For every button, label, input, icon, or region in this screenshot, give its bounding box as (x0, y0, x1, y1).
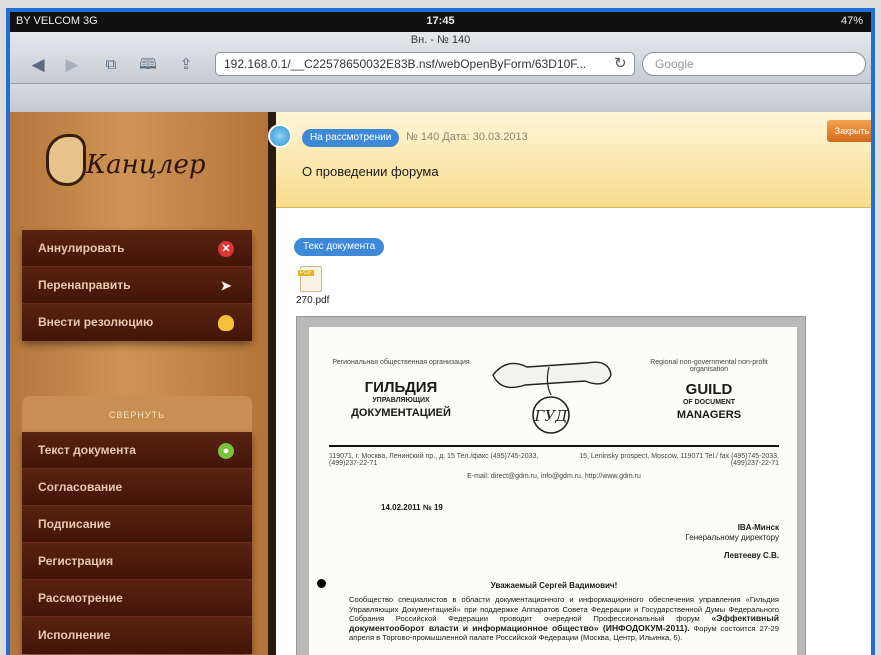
org-left-title-2: ДОКУМЕНТАЦИЕЙ (351, 407, 451, 419)
actions-menu: Аннулировать ✕ Перенаправить ➤ Внести ре… (22, 230, 252, 341)
lightbulb-icon (218, 315, 234, 331)
cancel-icon: ✕ (218, 241, 234, 257)
panel-divider (268, 112, 276, 655)
menu-item-signing[interactable]: Подписание (22, 506, 252, 543)
menu-item-label: Подписание (38, 517, 111, 531)
menu-item-label: Регистрация (38, 554, 114, 568)
menu-item-redirect[interactable]: Перенаправить ➤ (22, 267, 252, 304)
page-tab-title: Вн. - № 140 (410, 34, 471, 46)
letter-body: Сообщество специалистов в области докуме… (349, 595, 779, 643)
menu-item-label: Внести резолюцию (38, 315, 154, 329)
browser-toolbar: Вн. - № 140 ◀ ▶ ⧉ 🕮 ⇪ 192.168.0.1/__C225… (10, 32, 871, 84)
org-left-caption: Региональная общественная организация (332, 359, 470, 366)
recipient-position: Генеральному директору (685, 533, 779, 542)
guild-seal-icon: ГУД (492, 361, 612, 434)
clock: 17:45 (426, 15, 455, 27)
address-russian: 119071, г. Москва, Ленинский пр., д. 15 … (329, 453, 539, 467)
tabs-icon[interactable]: ⧉ (100, 54, 122, 76)
letterhead-rule (329, 445, 779, 447)
menu-item-label: Аннулировать (38, 241, 125, 255)
paper-plane-icon: ➤ (220, 278, 232, 293)
org-right-caption-2: OF DOCUMENT (682, 399, 736, 406)
document-title: О проведении форума (302, 164, 439, 179)
reload-icon[interactable]: ↻ (614, 54, 627, 72)
menu-item-execution[interactable]: Исполнение (22, 617, 252, 654)
org-right-caption: Regional non-governmental non-profit org… (650, 359, 768, 373)
logo-text: Канцлер (86, 150, 206, 180)
org-right-title-2: MANAGERS (676, 409, 742, 421)
menu-item-label: Текст документа (38, 443, 136, 457)
app-logo: Канцлер (46, 128, 206, 198)
back-arrow-icon[interactable]: ◀ (28, 54, 48, 76)
url-field[interactable]: 192.168.0.1/__C22578650032E83B.nsf/webOp… (215, 52, 635, 76)
close-button[interactable]: Закрыть (827, 120, 871, 142)
document-text-tab[interactable]: Текс документа (294, 238, 385, 256)
document-meta: № 140 Дата: 30.03.2013 (406, 131, 528, 143)
pdf-file-icon[interactable]: PDF (298, 266, 322, 292)
menu-item-label: Рассмотрение (38, 591, 123, 605)
document-preview[interactable]: Региональная общественная организация ГИ… (296, 316, 806, 655)
logo-mark-icon (46, 134, 86, 186)
menu-item-annul[interactable]: Аннулировать ✕ (22, 230, 252, 267)
menu-item-review[interactable]: Рассмотрение (22, 580, 252, 617)
document-content: Текс документа PDF 270.pdf Региональная … (276, 208, 871, 655)
org-right-title: GUILD (685, 381, 733, 398)
status-badge: На рассмотрении (302, 129, 400, 147)
pdf-tag: PDF (298, 270, 314, 276)
contact-email: E-mail: direct@gdm.ru, info@gdm.ru, http… (467, 473, 641, 480)
recipient-name: Левтееву С.В. (723, 551, 779, 560)
seal-text: ГУД (534, 407, 569, 425)
bookmarks-icon[interactable]: 🕮 (136, 54, 160, 76)
sidebar: Канцлер Аннулировать ✕ Перенаправить ➤ В… (10, 112, 268, 655)
menu-item-label: Перенаправить (38, 278, 131, 292)
org-left-title: ГИЛЬДИЯ (364, 379, 438, 396)
page-top-strip (10, 84, 871, 112)
collapse-toggle[interactable]: СВЕРНУТЬ (22, 396, 252, 436)
menu-item-document-text[interactable]: Текст документа ● (22, 432, 252, 469)
menu-item-approval[interactable]: Согласование (22, 469, 252, 506)
comment-bubble-icon[interactable] (268, 124, 292, 148)
menu-item-label: Согласование (38, 480, 123, 494)
search-input[interactable]: Google (642, 52, 866, 76)
menu-item-resolution[interactable]: Внести резолюцию (22, 304, 252, 341)
share-icon[interactable]: ⇪ (174, 54, 198, 76)
org-left-caption-2: УПРАВЛЯЮЩИХ (372, 397, 430, 404)
carrier-label: BY VELCOM 3G (16, 15, 98, 27)
sections-menu: Текст документа ● Согласование Подписани… (22, 432, 252, 654)
letter-number: 14.02.2011 № 19 (381, 503, 443, 512)
forward-arrow-icon[interactable]: ▶ (62, 54, 82, 76)
menu-item-label: Исполнение (38, 628, 111, 642)
tablet-screen: BY VELCOM 3G 17:45 47% Вн. - № 140 ◀ ▶ ⧉… (6, 8, 875, 655)
attachment-link[interactable]: 270.pdf (296, 295, 329, 306)
active-dot-icon: ● (218, 443, 234, 459)
letter-page: Региональная общественная организация ГИ… (309, 327, 797, 655)
status-bar: BY VELCOM 3G 17:45 47% (10, 12, 871, 32)
collapse-label: СВЕРНУТЬ (108, 410, 166, 420)
hole-punch-mark (317, 579, 326, 588)
letter-greeting: Уважаемый Сергей Вадимович! (490, 581, 618, 590)
battery-level: 47% (840, 15, 863, 27)
document-header: На рассмотрении № 140 Дата: 30.03.2013 О… (268, 112, 871, 208)
recipient-org: IBA-Минск (737, 523, 779, 532)
menu-item-registration[interactable]: Регистрация (22, 543, 252, 580)
screenshot-frame: BY VELCOM 3G 17:45 47% Вн. - № 140 ◀ ▶ ⧉… (0, 0, 881, 655)
address-english: 15, Leninsky prospect, Moscow, 119071 Te… (579, 453, 779, 467)
